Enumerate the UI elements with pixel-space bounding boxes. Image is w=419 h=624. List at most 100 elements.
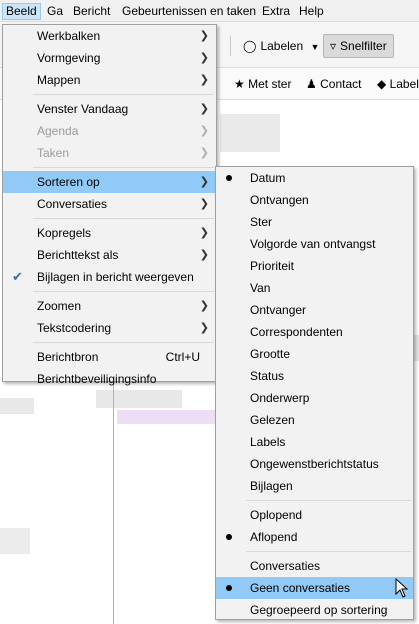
menu-ga[interactable]: Ga [44,3,66,20]
menu-item-label: Grootte [250,347,291,361]
menu-item-label: Kopregels [37,226,92,240]
menu-extra[interactable]: Extra [259,3,293,20]
sort-item-correspondenten[interactable]: Correspondenten [216,321,413,343]
menu-item-label: Conversaties [37,197,108,211]
menu-item-label: Van [250,281,271,295]
chevron-right-icon: ❯ [199,322,209,334]
menu-item-taken: Taken ❯ [3,142,216,164]
view-menu: Werkbalken ❯ Vormgeving ❯ Mappen ❯ Venster … [2,24,217,386]
chevron-right-icon: ❯ [199,30,209,42]
menu-item-berichtbron[interactable]: Berichtbron Ctrl+U [3,346,216,368]
chevron-right-icon: ❯ [199,300,209,312]
sort-item-ongewenst[interactable]: Ongewenstberichtstatus [216,453,413,475]
chevron-right-icon: ❯ [199,103,209,115]
menu-item-conversaties[interactable]: Conversaties ❯ [3,193,216,215]
sort-item-oplopend[interactable]: Oplopend [216,504,413,526]
sort-item-ontvangen[interactable]: Ontvangen [216,189,413,211]
mouse-pointer-icon [395,578,409,598]
menu-item-mappen[interactable]: Mappen ❯ [3,69,216,91]
tags-filter-label: Label [389,77,419,91]
menu-item-label: Gegroepeerd op sortering [250,603,388,617]
menu-separator [33,291,214,292]
sort-item-labels[interactable]: Labels [216,431,413,453]
menu-separator [33,342,214,343]
shortcut-label: Ctrl+U [165,350,200,364]
sort-item-prioriteit[interactable]: Prioriteit [216,255,413,277]
chevron-right-icon: ❯ [199,176,209,188]
tag-small-icon: ◆ [377,77,387,91]
sort-item-conversaties[interactable]: Conversaties [216,555,413,577]
sort-item-status[interactable]: Status [216,365,413,387]
menu-separator [246,551,411,552]
menu-separator [33,218,214,219]
contact-filter[interactable]: ♟ Contact [306,76,361,93]
menu-item-kopregels[interactable]: Kopregels ❯ [3,222,216,244]
menu-item-label: Agenda [37,124,79,138]
menu-separator [246,500,411,501]
tag-icon: ◯ [243,39,257,53]
sort-submenu: Datum Ontvangen Ster Volgorde van ontvan… [215,166,414,620]
blurred-content [0,398,34,414]
dropdown-arrow-icon: ▼ [310,42,320,52]
contact-filter-label: Contact [320,77,362,91]
sort-item-aflopend[interactable]: Aflopend [216,526,413,548]
menu-item-berichtbeveiligingsinfo[interactable]: Berichtbeveiligingsinfo [3,368,216,390]
menu-item-label: Prioriteit [250,259,295,273]
chevron-right-icon: ❯ [199,198,209,210]
menu-item-vormgeving[interactable]: Vormgeving ❯ [3,47,216,69]
menu-item-tekstcodering[interactable]: Tekstcodering ❯ [3,317,216,339]
menu-item-label: Datum [250,171,286,185]
menu-item-label: Berichtbron [37,350,99,364]
menu-item-label: Mappen [37,73,81,87]
starred-filter[interactable]: ★ Met ster [234,76,291,93]
menu-item-zoomen[interactable]: Zoomen ❯ [3,295,216,317]
menu-item-label: Sorteren op [37,175,100,189]
menu-item-agenda: Agenda ❯ [3,120,216,142]
sort-item-onderwerp[interactable]: Onderwerp [216,387,413,409]
menu-item-label: Vormgeving [37,51,101,65]
menu-beeld[interactable]: Beeld [2,3,41,20]
sort-item-bijlagen[interactable]: Bijlagen [216,475,413,497]
sort-item-ster[interactable]: Ster [216,211,413,233]
sort-item-datum[interactable]: Datum [216,167,413,189]
tags-button-label: Labelen [260,39,304,53]
menu-item-werkbalken[interactable]: Werkbalken ❯ [3,25,216,47]
blurred-content [220,114,280,152]
menu-item-berichttekst-als[interactable]: Berichttekst als ❯ [3,244,216,266]
menu-gebeurtenissen[interactable]: Gebeurtenissen en taken [119,3,259,20]
sort-item-ontvanger[interactable]: Ontvanger [216,299,413,321]
chevron-right-icon: ❯ [199,52,209,64]
menu-item-sorteren-op[interactable]: Sorteren op ❯ [3,171,216,193]
toolbar-separator [230,36,231,56]
menu-item-label: Berichttekst als [37,248,119,262]
sort-item-gegroepeerd[interactable]: Gegroepeerd op sortering [216,599,413,621]
chevron-right-icon: ❯ [199,125,209,137]
radio-dot-icon [226,585,232,591]
menu-item-label: Oplopend [250,508,303,522]
menu-item-bijlagen-weergeven[interactable]: ✔ Bijlagen in bericht weergeven [3,266,216,288]
quickfilter-button[interactable]: ▿ Snelfilter [323,34,394,58]
tags-button[interactable]: ◯ Labelen ▼ [236,34,326,58]
menu-item-label: Bijlagen [250,479,293,493]
sort-item-gelezen[interactable]: Gelezen [216,409,413,431]
pane-divider [113,372,114,624]
contact-icon: ♟ [306,77,317,91]
menu-item-label: Aflopend [250,530,298,544]
menubar: Beeld Ga Bericht Gebeurtenissen en taken… [0,0,419,22]
menu-item-label: Geen conversaties [250,581,351,595]
menu-item-venster-vandaag[interactable]: Venster Vandaag ❯ [3,98,216,120]
tags-filter[interactable]: ◆ Label [377,76,419,93]
sort-item-geen-conversaties[interactable]: Geen conversaties [216,577,413,599]
sort-item-van[interactable]: Van [216,277,413,299]
chevron-right-icon: ❯ [199,74,209,86]
sort-item-volgorde-ontvangst[interactable]: Volgorde van ontvangst [216,233,413,255]
starred-filter-label: Met ster [248,77,292,91]
menu-bericht[interactable]: Bericht [70,3,113,20]
radio-dot-icon [226,534,232,540]
chevron-right-icon: ❯ [199,249,209,261]
menu-item-label: Status [250,369,285,383]
menu-help[interactable]: Help [296,3,327,20]
chevron-right-icon: ❯ [199,147,209,159]
sort-item-grootte[interactable]: Grootte [216,343,413,365]
message-row-highlight [117,410,217,424]
